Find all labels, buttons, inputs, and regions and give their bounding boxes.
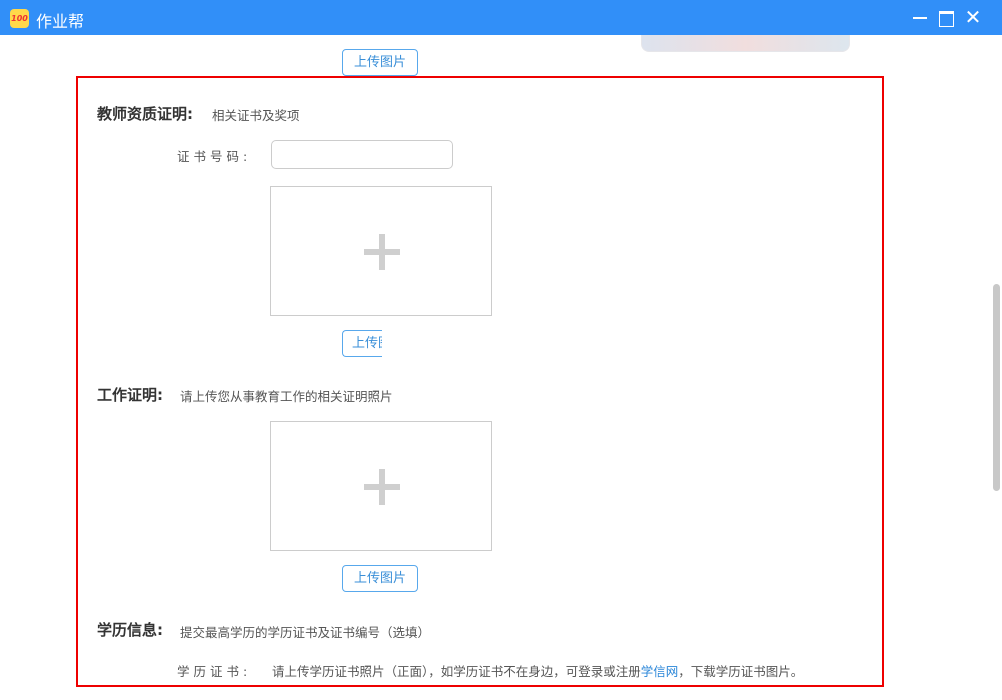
teacher-cert-upload-box[interactable] [270,186,492,316]
cert-number-label: 证书号码: [177,149,252,164]
work-proof-desc: 请上传您从事教育工作的相关证明照片 [180,389,393,404]
window-title: 作业帮 [36,12,85,31]
upload-image-button-top[interactable]: 上传图片 [342,49,418,76]
plus-icon [362,469,402,505]
plus-icon [362,234,402,270]
teacher-cert-heading: 教师资质证明: [97,105,193,123]
hint-text-end: ，下载学历证书图片。 [678,664,804,679]
maximize-button[interactable] [936,6,958,28]
teacher-cert-desc: 相关证书及奖项 [212,108,300,123]
education-heading: 学历信息: [97,621,163,639]
work-proof-heading: 工作证明: [97,386,163,404]
app-logo-icon: 100 [10,9,29,28]
chsi-link[interactable]: 学信网 [641,664,679,679]
teacher-cert-upload-button[interactable]: 上传图片 [342,330,382,357]
id-photo-preview [641,35,850,52]
education-desc: 提交最高学历的学历证书及证书编号（选填） [180,625,431,640]
cert-number-input[interactable] [271,140,453,169]
scrollbar-thumb[interactable] [993,284,1000,491]
highlight-frame [76,76,884,687]
close-button[interactable]: ✕ [962,6,984,28]
degree-cert-label: 学历证书: [177,664,252,679]
work-proof-upload-button[interactable]: 上传图片 [342,565,418,592]
degree-cert-hint: 请上传学历证书照片（正面），如学历证书不在身边，可登录或注册学信网，下载学历证书… [272,661,803,680]
work-proof-upload-box[interactable] [270,421,492,551]
minimize-button[interactable] [910,6,932,28]
title-bar: 100 作业帮 ✕ [0,0,1002,35]
hint-text: 请上传学历证书照片（正面），如学历证书不在身边，可登录或注册 [272,664,641,679]
